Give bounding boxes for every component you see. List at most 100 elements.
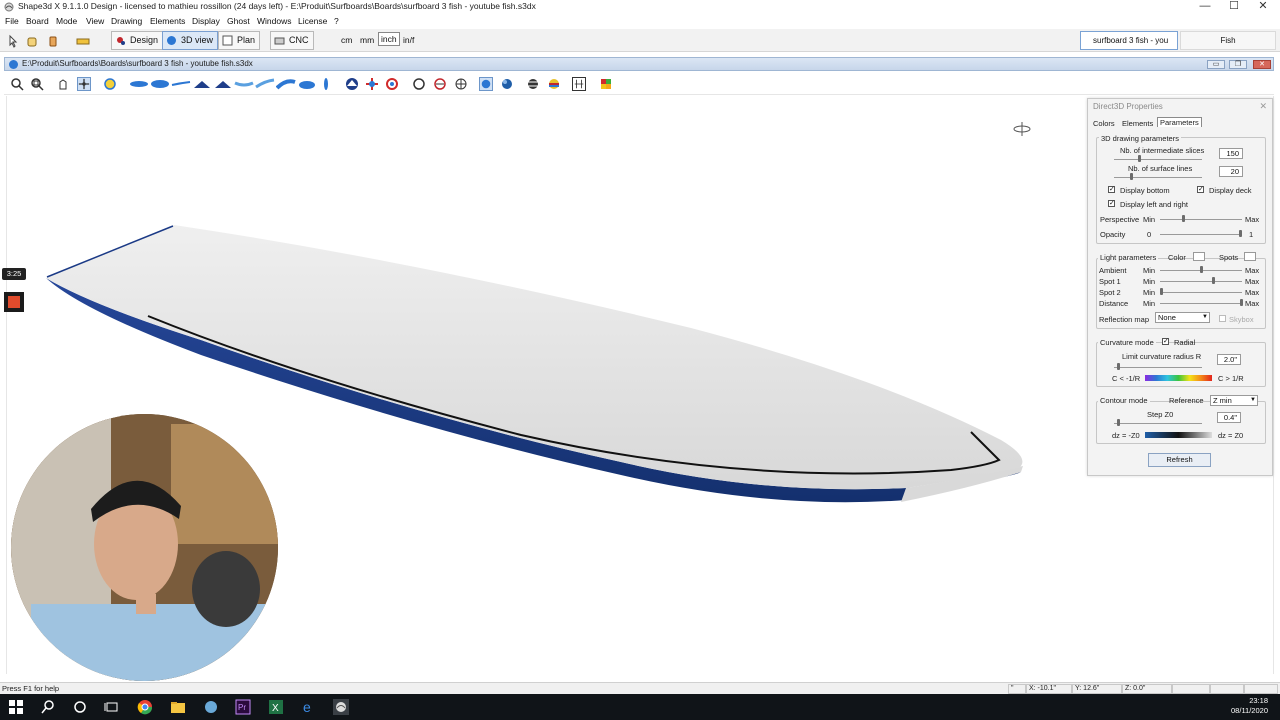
board-angle-view-icon[interactable] bbox=[255, 77, 275, 91]
doc-close-button[interactable]: ✕ bbox=[1253, 60, 1271, 69]
board-bottom-view-icon[interactable] bbox=[150, 77, 170, 91]
spot1-slider-thumb[interactable] bbox=[1212, 277, 1215, 284]
display-deck-checkbox[interactable]: ✓ bbox=[1197, 186, 1204, 193]
distance-slider-thumb[interactable] bbox=[1240, 299, 1243, 306]
opacity-slider[interactable] bbox=[1160, 234, 1242, 235]
board-nose-view-icon[interactable] bbox=[276, 77, 296, 91]
menu-license[interactable]: License bbox=[298, 16, 327, 26]
panel-close-button[interactable]: ✕ bbox=[1259, 101, 1267, 112]
pointer-icon[interactable] bbox=[5, 34, 19, 48]
step-z0-slider-thumb[interactable] bbox=[1117, 419, 1120, 426]
tab-colors[interactable]: Colors bbox=[1093, 119, 1115, 128]
smooth-shading-icon[interactable] bbox=[500, 77, 514, 91]
curvature-radius-field[interactable]: 2.0" bbox=[1217, 354, 1241, 365]
curvature-colors-icon[interactable] bbox=[547, 77, 561, 91]
board-tail-view-icon[interactable] bbox=[297, 77, 317, 91]
shape3d-taskbar-icon[interactable] bbox=[333, 699, 349, 715]
wireframe-icon[interactable] bbox=[454, 77, 468, 91]
excel-icon[interactable]: X bbox=[268, 699, 284, 715]
board-front-view-icon[interactable] bbox=[192, 77, 212, 91]
edge-icon[interactable]: e bbox=[301, 699, 317, 715]
unit-mm[interactable]: mm bbox=[360, 35, 374, 45]
hand-icon[interactable] bbox=[25, 34, 39, 48]
spin-y-icon[interactable] bbox=[385, 77, 399, 91]
minimize-button[interactable]: — bbox=[1190, 0, 1220, 14]
board-side-view-icon[interactable] bbox=[171, 77, 191, 91]
board-selector[interactable]: surfboard 3 fish - you bbox=[1080, 31, 1178, 50]
skybox-checkbox[interactable] bbox=[1219, 315, 1226, 322]
pan-icon[interactable] bbox=[56, 77, 70, 91]
cnc-mode-button[interactable]: CNC bbox=[270, 31, 314, 50]
menu-mode[interactable]: Mode bbox=[56, 16, 77, 26]
windows-start-icon[interactable] bbox=[8, 699, 24, 715]
cortana-icon[interactable] bbox=[72, 699, 88, 715]
system-clock[interactable]: 23:18 08/11/2020 bbox=[1231, 696, 1268, 716]
menu-display[interactable]: Display bbox=[192, 16, 220, 26]
menu-view[interactable]: View bbox=[86, 16, 104, 26]
task-view-icon[interactable] bbox=[104, 699, 120, 715]
curvature-radius-slider[interactable] bbox=[1114, 367, 1202, 368]
tab-parameters[interactable]: Parameters bbox=[1157, 117, 1202, 127]
radial-checkbox[interactable]: ✓ bbox=[1162, 338, 1169, 345]
ruler-icon[interactable] bbox=[76, 34, 90, 48]
surface-lines-slider[interactable] bbox=[1114, 177, 1202, 178]
step-z0-field[interactable]: 0.4" bbox=[1217, 412, 1241, 423]
color-palette-icon[interactable] bbox=[599, 77, 613, 91]
surface-lines-field[interactable]: 20 bbox=[1219, 166, 1243, 177]
light-color-swatch[interactable] bbox=[1193, 252, 1205, 261]
stop-recording-button[interactable] bbox=[4, 292, 24, 312]
zoom-window-icon[interactable] bbox=[30, 77, 44, 91]
spot2-slider[interactable] bbox=[1160, 292, 1242, 293]
menu-ghost[interactable]: Ghost bbox=[227, 16, 250, 26]
rotate-icon[interactable] bbox=[77, 77, 91, 91]
doc-minimize-button[interactable]: ▭ bbox=[1207, 60, 1225, 69]
distance-slider[interactable] bbox=[1160, 303, 1242, 304]
menu-help[interactable]: ? bbox=[334, 16, 339, 26]
chrome-icon[interactable] bbox=[137, 699, 153, 715]
perspective-slider[interactable] bbox=[1160, 219, 1242, 220]
refresh-button[interactable]: Refresh bbox=[1148, 453, 1211, 467]
unit-in-f[interactable]: in/f bbox=[403, 35, 414, 45]
sphere-outline-icon[interactable] bbox=[412, 77, 426, 91]
board-name-tab[interactable]: Fish bbox=[1180, 31, 1276, 50]
opacity-slider-thumb[interactable] bbox=[1239, 230, 1242, 237]
surface-lines-slider-thumb[interactable] bbox=[1130, 173, 1133, 180]
slices-slider[interactable] bbox=[1114, 159, 1202, 160]
spot2-slider-thumb[interactable] bbox=[1160, 288, 1163, 295]
design-mode-button[interactable]: Design bbox=[111, 31, 164, 50]
display-bottom-checkbox[interactable]: ✓ bbox=[1108, 186, 1115, 193]
zoom-icon[interactable] bbox=[10, 77, 24, 91]
menu-windows[interactable]: Windows bbox=[257, 16, 291, 26]
rocker-view-icon[interactable] bbox=[345, 77, 359, 91]
maximize-button[interactable]: ☐ bbox=[1219, 0, 1249, 14]
file-explorer-icon[interactable] bbox=[170, 699, 186, 715]
menu-file[interactable]: File bbox=[5, 16, 19, 26]
doc-restore-button[interactable]: ❐ bbox=[1229, 60, 1247, 69]
ambient-slider-thumb[interactable] bbox=[1200, 266, 1203, 273]
menu-drawing[interactable]: Drawing bbox=[111, 16, 142, 26]
maps-icon[interactable] bbox=[203, 699, 219, 715]
light-bulb-icon[interactable] bbox=[103, 77, 117, 91]
menu-elements[interactable]: Elements bbox=[150, 16, 185, 26]
slices-field[interactable]: 150 bbox=[1219, 148, 1243, 159]
unit-inch[interactable]: inch bbox=[378, 32, 400, 46]
reference-select[interactable]: Z min ▼ bbox=[1210, 395, 1258, 406]
perspective-slider-thumb[interactable] bbox=[1182, 215, 1185, 222]
contour-lines-icon[interactable] bbox=[526, 77, 540, 91]
spot1-slider[interactable] bbox=[1160, 281, 1242, 282]
display-left-right-checkbox[interactable]: ✓ bbox=[1108, 200, 1115, 207]
board-back-view-icon[interactable] bbox=[213, 77, 233, 91]
slices-slider-thumb[interactable] bbox=[1138, 155, 1141, 162]
board-top-view-icon[interactable] bbox=[129, 77, 149, 91]
menu-board[interactable]: Board bbox=[26, 16, 49, 26]
curvature-radius-slider-thumb[interactable] bbox=[1117, 363, 1120, 370]
3d-view-button[interactable]: 3D view bbox=[162, 31, 219, 50]
premiere-pro-icon[interactable]: Pr bbox=[235, 699, 251, 715]
board-3quarter-view-icon[interactable] bbox=[234, 77, 254, 91]
step-z0-slider[interactable] bbox=[1114, 423, 1202, 424]
spin-x-icon[interactable] bbox=[365, 77, 379, 91]
reflection-map-select[interactable]: None ▼ bbox=[1155, 312, 1210, 323]
tab-elements[interactable]: Elements bbox=[1122, 119, 1153, 128]
search-icon[interactable] bbox=[40, 699, 56, 715]
board-vertical-view-icon[interactable] bbox=[319, 77, 333, 91]
